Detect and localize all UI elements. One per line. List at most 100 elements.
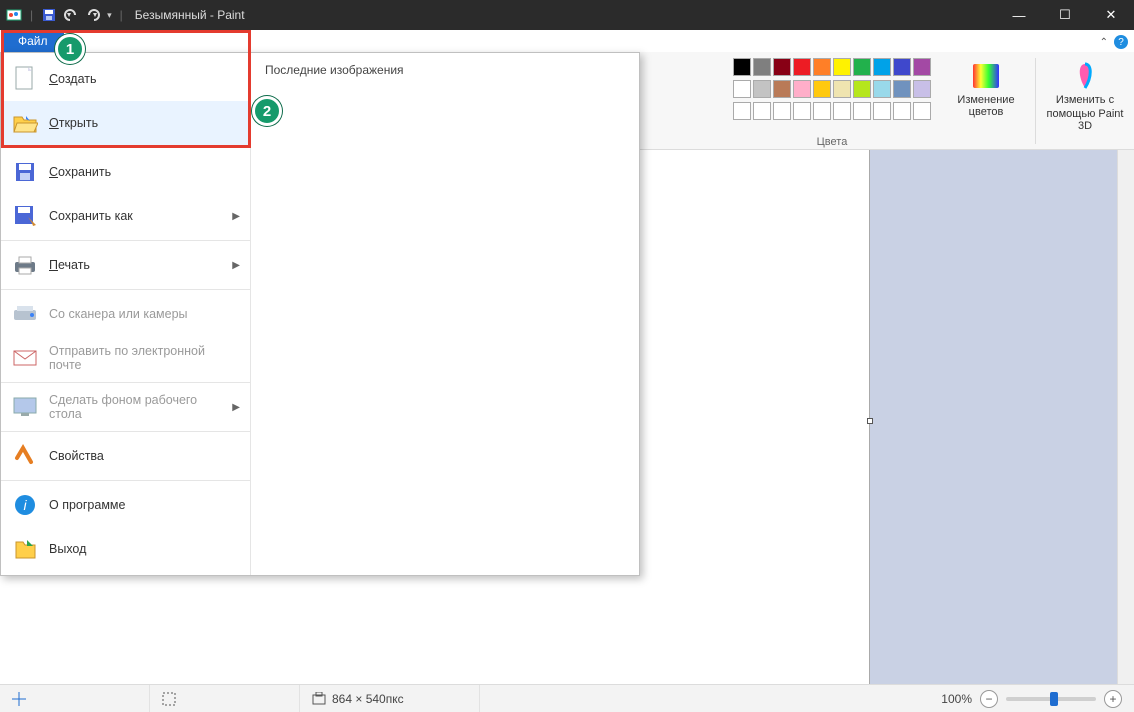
edit-colors-button[interactable]: Изменение цветов <box>945 58 1027 118</box>
menu-item-about-label: О программе <box>49 498 240 512</box>
help-icon[interactable]: ? <box>1114 35 1128 49</box>
ribbon-separator <box>1035 58 1036 144</box>
exit-icon <box>11 535 39 563</box>
menu-item-save-label: Сохранить <box>49 165 240 179</box>
qat-dropdown-icon[interactable]: ▾ <box>107 10 112 21</box>
paint-app-icon <box>6 7 22 23</box>
color-swatch[interactable] <box>913 102 931 120</box>
color-swatch[interactable] <box>913 58 931 76</box>
vertical-scrollbar[interactable] <box>1117 150 1134 684</box>
save-icon[interactable] <box>41 7 57 23</box>
menu-divider <box>1 480 250 481</box>
color-swatch[interactable] <box>833 58 851 76</box>
menu-item-exit-label: Выход <box>49 542 240 556</box>
chevron-right-icon: ▶ <box>232 402 240 413</box>
color-swatch[interactable] <box>753 58 771 76</box>
color-swatch[interactable] <box>773 58 791 76</box>
color-swatch[interactable] <box>793 58 811 76</box>
paint3d-label-1: Изменить с <box>1056 94 1114 106</box>
email-icon <box>11 344 39 372</box>
menu-divider <box>1 147 250 148</box>
color-swatch[interactable] <box>853 80 871 98</box>
color-swatch[interactable] <box>833 102 851 120</box>
recent-files-heading: Последние изображения <box>265 63 625 77</box>
title-bar: | ▾ | Безымянный - Paint ― ☐ ✕ <box>0 0 1134 30</box>
edit-colors-icon <box>970 60 1002 92</box>
menu-item-open[interactable]: Открыть <box>1 101 250 145</box>
status-bar: 864 × 540пкс 100% − + <box>0 684 1134 712</box>
color-swatch[interactable] <box>753 80 771 98</box>
menu-item-print[interactable]: Печать ▶ <box>1 243 250 287</box>
new-file-icon <box>11 65 39 93</box>
color-swatch[interactable] <box>873 58 891 76</box>
color-palette <box>733 58 931 120</box>
collapse-ribbon-icon[interactable]: ⌃ <box>1100 37 1108 48</box>
menu-divider <box>1 240 250 241</box>
menu-item-save-as[interactable]: Сохранить как ▶ <box>1 194 250 238</box>
zoom-out-button[interactable]: − <box>980 690 998 708</box>
callout-badge-1: 1 <box>55 34 85 64</box>
chevron-right-icon: ▶ <box>232 211 240 222</box>
color-swatch[interactable] <box>813 102 831 120</box>
menu-item-email-label: Отправить по электронной почте <box>49 344 240 372</box>
menu-item-email[interactable]: Отправить по электронной почте <box>1 336 250 380</box>
undo-icon[interactable] <box>63 7 79 23</box>
zoom-slider[interactable] <box>1006 697 1096 701</box>
canvas-size-icon <box>312 692 326 706</box>
color-swatch[interactable] <box>893 58 911 76</box>
color-swatch[interactable] <box>893 80 911 98</box>
color-swatch[interactable] <box>733 58 751 76</box>
color-swatch[interactable] <box>853 102 871 120</box>
color-swatch[interactable] <box>853 58 871 76</box>
color-swatch[interactable] <box>813 80 831 98</box>
menu-divider <box>1 289 250 290</box>
maximize-button[interactable]: ☐ <box>1042 0 1088 30</box>
zoom-in-button[interactable]: + <box>1104 690 1122 708</box>
redo-icon[interactable] <box>85 7 101 23</box>
ribbon-right-groups: Цвета Изменение цветов Изменить с помощь… <box>719 52 1134 150</box>
save-file-icon <box>11 158 39 186</box>
menu-item-exit[interactable]: Выход <box>1 527 250 571</box>
menu-item-scanner-label: Со сканера или камеры <box>49 307 240 321</box>
color-swatch[interactable] <box>733 80 751 98</box>
file-menu-items: Создать Открыть Сохранить Сохранить как … <box>1 53 251 575</box>
resize-handle-right[interactable] <box>867 418 873 424</box>
properties-icon <box>11 442 39 470</box>
color-swatch[interactable] <box>873 102 891 120</box>
color-swatch[interactable] <box>833 80 851 98</box>
menu-item-new[interactable]: Создать <box>1 57 250 101</box>
printer-icon <box>11 251 39 279</box>
colors-group-label: Цвета <box>727 136 937 148</box>
paint3d-button[interactable]: Изменить с помощью Paint 3D <box>1044 58 1126 132</box>
chevron-right-icon: ▶ <box>232 260 240 271</box>
paint3d-label-2: помощью Paint 3D <box>1044 108 1126 132</box>
close-button[interactable]: ✕ <box>1088 0 1134 30</box>
color-swatch[interactable] <box>773 80 791 98</box>
cursor-position-icon <box>12 692 26 706</box>
menu-item-scanner[interactable]: Со сканера или камеры <box>1 292 250 336</box>
color-swatch[interactable] <box>873 80 891 98</box>
menu-item-desktop-bg[interactable]: Сделать фоном рабочего стола ▶ <box>1 385 250 429</box>
color-swatch[interactable] <box>813 58 831 76</box>
menu-item-save[interactable]: Сохранить <box>1 150 250 194</box>
paint3d-icon <box>1069 60 1101 92</box>
zoom-slider-thumb[interactable] <box>1050 692 1058 706</box>
color-swatch[interactable] <box>793 102 811 120</box>
menu-item-print-label: Печать <box>49 258 222 272</box>
edit-colors-label: Изменение цветов <box>945 94 1027 118</box>
menu-item-about[interactable]: i О программе <box>1 483 250 527</box>
minimize-button[interactable]: ― <box>996 0 1042 30</box>
color-swatch[interactable] <box>913 80 931 98</box>
menu-item-properties[interactable]: Свойства <box>1 434 250 478</box>
color-swatch[interactable] <box>733 102 751 120</box>
canvas-dimensions: 864 × 540пкс <box>332 692 404 706</box>
color-swatch[interactable] <box>753 102 771 120</box>
color-swatch[interactable] <box>773 102 791 120</box>
qat-separator-2: | <box>120 8 123 22</box>
color-swatch[interactable] <box>793 80 811 98</box>
color-swatch[interactable] <box>893 102 911 120</box>
menu-item-new-label: Создать <box>49 72 240 86</box>
scanner-icon <box>11 300 39 328</box>
desktop-bg-icon <box>11 393 39 421</box>
open-folder-icon <box>11 109 39 137</box>
